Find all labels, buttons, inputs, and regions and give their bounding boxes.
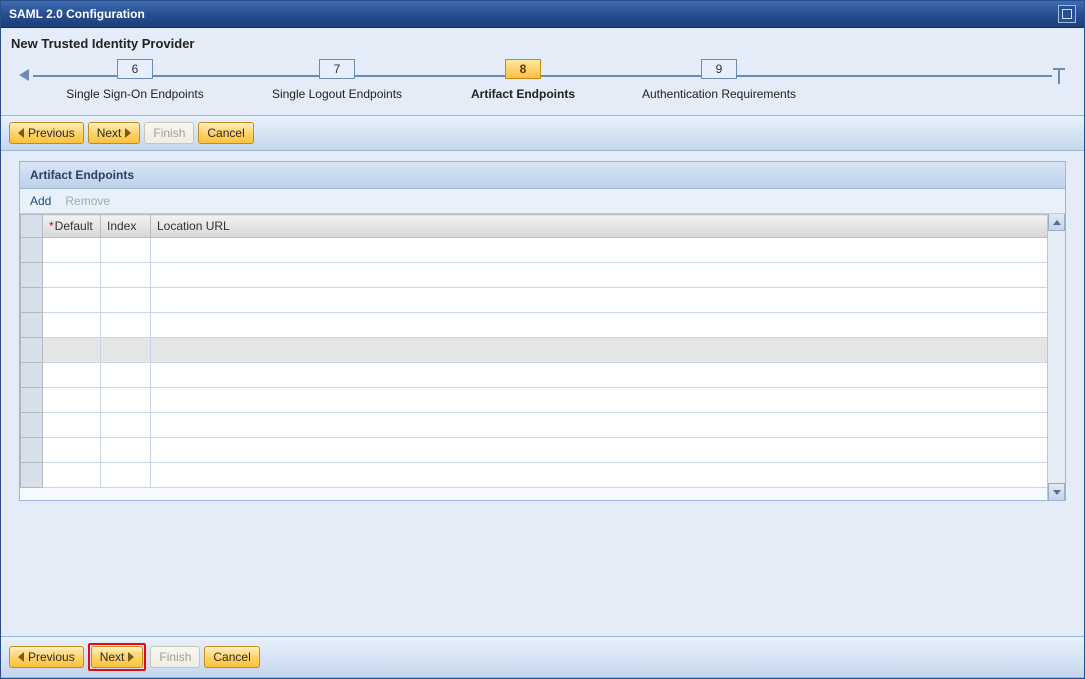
roadmap-end-icon [1058, 68, 1060, 84]
wizard-step-7[interactable]: 7 Single Logout Endpoints [237, 59, 437, 101]
titlebar: SAML 2.0 Configuration [1, 1, 1084, 28]
endpoints-table: Default Index Location URL [20, 214, 1065, 488]
chevron-down-icon [1053, 490, 1061, 495]
table-row[interactable] [21, 263, 1065, 288]
panel-toolbar: Add Remove [20, 189, 1065, 214]
table-row[interactable] [21, 463, 1065, 488]
finish-button: Finish [150, 646, 200, 668]
previous-button[interactable]: Previous [9, 646, 84, 668]
table-scroll-area: Default Index Location URL [20, 214, 1065, 500]
wizard-toolbar-bottom: Previous Next Finish Cancel [1, 636, 1084, 678]
table-body [21, 238, 1065, 488]
button-label: Cancel [213, 650, 250, 664]
table-row[interactable] [21, 388, 1065, 413]
chevron-up-icon [1053, 220, 1061, 225]
wizard-step-label: Artifact Endpoints [423, 87, 623, 101]
wizard-step-label: Single Sign-On Endpoints [35, 87, 235, 101]
roadmap-prev-arrow-icon[interactable] [19, 69, 29, 81]
button-label: Next [97, 126, 122, 140]
column-selector[interactable] [21, 215, 43, 238]
wizard-step-number: 8 [505, 59, 541, 79]
scroll-up-button[interactable] [1048, 214, 1065, 231]
panel-title: Artifact Endpoints [20, 162, 1065, 189]
scroll-down-button[interactable] [1048, 483, 1065, 500]
wizard-step-6[interactable]: 6 Single Sign-On Endpoints [35, 59, 235, 101]
triangle-left-icon [18, 128, 24, 138]
wizard-toolbar-top: Previous Next Finish Cancel [1, 115, 1084, 151]
column-default[interactable]: Default [43, 215, 101, 238]
table-row[interactable] [21, 413, 1065, 438]
button-label: Previous [28, 126, 75, 140]
add-link[interactable]: Add [30, 194, 51, 208]
cancel-button[interactable]: Cancel [204, 646, 259, 668]
triangle-left-icon [18, 652, 24, 662]
wizard-step-number: 9 [701, 59, 737, 79]
wizard-step-8[interactable]: 8 Artifact Endpoints [423, 59, 623, 101]
finish-button: Finish [144, 122, 194, 144]
wizard-step-number: 7 [319, 59, 355, 79]
artifact-endpoints-panel: Artifact Endpoints Add Remove Default [19, 161, 1066, 501]
table-row[interactable] [21, 238, 1065, 263]
button-label: Cancel [207, 126, 244, 140]
button-label: Finish [159, 650, 191, 664]
button-label: Finish [153, 126, 185, 140]
column-index[interactable]: Index [101, 215, 151, 238]
wizard-step-number: 6 [117, 59, 153, 79]
table-row[interactable] [21, 438, 1065, 463]
triangle-right-icon [125, 128, 131, 138]
button-label: Next [100, 650, 125, 664]
next-button-highlight: Next [88, 643, 147, 671]
table-row[interactable] [21, 313, 1065, 338]
button-label: Previous [28, 650, 75, 664]
wizard-step-label: Authentication Requirements [619, 87, 819, 101]
table-row[interactable] [21, 338, 1065, 363]
table-row[interactable] [21, 363, 1065, 388]
wizard-step-label: Single Logout Endpoints [237, 87, 437, 101]
table-row[interactable] [21, 288, 1065, 313]
triangle-right-icon [128, 652, 134, 662]
wizard-roadmap: 6 Single Sign-On Endpoints 7 Single Logo… [11, 59, 1074, 115]
next-button[interactable]: Next [91, 646, 144, 668]
cancel-button[interactable]: Cancel [198, 122, 253, 144]
remove-link: Remove [65, 194, 110, 208]
wizard-step-9[interactable]: 9 Authentication Requirements [619, 59, 819, 101]
column-location-url[interactable]: Location URL [151, 215, 1048, 238]
window-icon[interactable] [1058, 5, 1076, 23]
next-button[interactable]: Next [88, 122, 141, 144]
previous-button[interactable]: Previous [9, 122, 84, 144]
window-title: SAML 2.0 Configuration [9, 7, 1054, 21]
page-subtitle: New Trusted Identity Provider [1, 28, 1084, 55]
window-frame: SAML 2.0 Configuration New Trusted Ident… [0, 0, 1085, 679]
vertical-scrollbar[interactable] [1047, 214, 1065, 500]
